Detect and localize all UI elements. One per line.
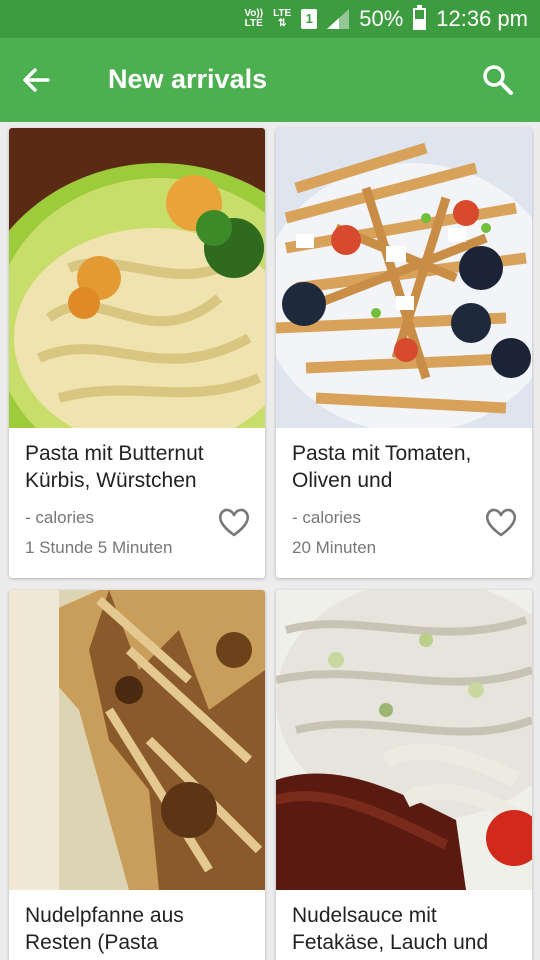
clock: 12:36 pm (436, 6, 528, 31)
lte-indicator: LTE ⇅ (273, 8, 292, 29)
battery-percent: 50% (359, 6, 404, 31)
sim-slot-icon: 1 (301, 9, 318, 29)
recipe-photo (9, 128, 265, 428)
volte-indicator: Vo)) LTE (244, 8, 264, 29)
heart-icon[interactable] (484, 506, 518, 538)
page-title: New arrivals (108, 64, 268, 94)
recipe-calories: - calories (25, 508, 94, 527)
recipe-card[interactable]: Pasta mit Tomaten, Oliven und - calories… (276, 128, 532, 578)
recipe-title: Nudelsauce mit Fetakäse, Lauch und (292, 904, 489, 954)
arrow-left-icon[interactable] (18, 62, 54, 98)
recipe-time: 1 Stunde 5 Minuten (25, 538, 173, 557)
battery-icon (413, 5, 427, 30)
recipe-photo (276, 590, 532, 890)
search-icon[interactable] (480, 62, 516, 98)
heart-icon[interactable] (217, 506, 251, 538)
recipe-photo (9, 590, 265, 890)
recipe-title: Nudelpfanne aus Resten (Pasta (25, 904, 184, 954)
recipe-photo (276, 128, 532, 428)
signal-icon (327, 9, 350, 29)
recipe-card[interactable]: Nudelpfanne aus Resten (Pasta (9, 590, 265, 960)
recipe-title: Pasta mit Butternut Kürbis, Würstchen (25, 442, 204, 492)
recipe-card[interactable]: Nudelsauce mit Fetakäse, Lauch und (276, 590, 532, 960)
recipe-card[interactable]: Pasta mit Butternut Kürbis, Würstchen - … (9, 128, 265, 578)
status-bar: Vo)) LTE LTE ⇅ 1 50% 12:36 pm (0, 0, 540, 38)
app-toolbar: New arrivals (0, 38, 540, 122)
recipe-title: Pasta mit Tomaten, Oliven und (292, 442, 472, 492)
recipe-calories: - calories (292, 508, 361, 527)
recipe-time: 20 Minuten (292, 538, 377, 557)
